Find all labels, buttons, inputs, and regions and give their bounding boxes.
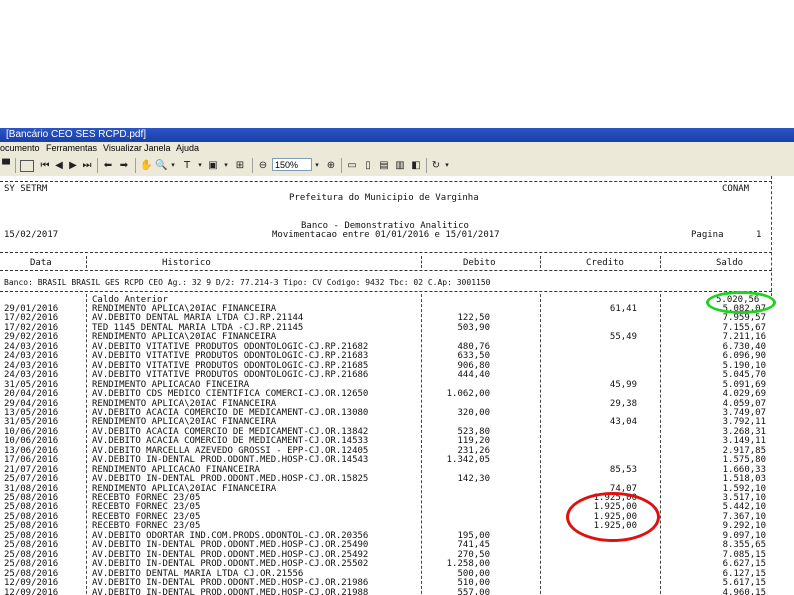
department-label: CONAM — [722, 184, 750, 194]
menu-ajuda[interactable]: Ajuda — [176, 142, 199, 155]
highlight-circle-green — [706, 291, 776, 314]
zoom-out-icon[interactable]: ⊖ — [257, 159, 269, 172]
previous-page-icon[interactable]: ◀ — [54, 159, 64, 172]
column-header-credito: Credito — [586, 258, 624, 268]
column-divider — [660, 294, 661, 595]
menu-visualizar[interactable]: Visualizar — [103, 142, 142, 155]
column-header-debito: Debito — [463, 258, 496, 268]
chevron-down-icon[interactable]: ▾ — [196, 159, 204, 172]
column-divider — [86, 294, 87, 595]
fit-page-icon[interactable]: ▯ — [362, 159, 374, 172]
window-title: [Bancário CEO SES RCPD.pdf] — [6, 129, 147, 140]
print-icon[interactable]: ▀ — [0, 159, 12, 172]
menu-janela[interactable]: Janela — [144, 142, 171, 155]
bank-account-line: Banco: BRASIL BRASIL GES RCPD CEO Ag.: 3… — [4, 278, 491, 287]
back-icon[interactable]: ⬅ — [102, 159, 114, 172]
column-divider — [86, 256, 87, 268]
column-divider — [660, 256, 661, 268]
report-date: 15/02/2017 — [4, 230, 59, 240]
chevron-down-icon[interactable]: ▾ — [443, 159, 451, 172]
column-header-historico: Historico — [162, 258, 211, 268]
system-label: SY SETRM — [4, 184, 48, 194]
toolbar: ▀ ⏮ ◀ ▶ ⏭ ⬅ ➡ ✋ 🔍 ▾ T ▾ ▣ ▾ ⊞ ⊖ 150% ▾ ⊕… — [0, 155, 794, 177]
fit-visible-icon[interactable]: ▥ — [394, 159, 406, 172]
hand-tool-icon[interactable]: ✋ — [140, 159, 152, 172]
first-page-icon[interactable]: ⏮ — [40, 159, 50, 172]
select-text-icon[interactable]: T — [181, 159, 193, 172]
column-header-data: Data — [30, 258, 52, 268]
row-historico: AV.DEBITO IN-DENTAL PROD.ODONT.MED.HOSP-… — [92, 587, 369, 595]
divider — [0, 291, 772, 292]
column-divider — [421, 256, 422, 268]
report-period: Movimentacao entre 01/01/2016 e 15/01/20… — [272, 230, 500, 240]
page-edge — [771, 176, 772, 296]
toolbar-separator — [252, 158, 253, 173]
reflow-icon[interactable]: ◧ — [410, 159, 422, 172]
column-divider — [540, 256, 541, 268]
last-page-icon[interactable]: ⏭ — [82, 159, 92, 172]
toolbar-separator — [97, 158, 98, 173]
menu-documento[interactable]: ocumento — [0, 142, 40, 155]
chevron-down-icon[interactable]: ▾ — [313, 159, 321, 172]
row-debito: 557,00 — [457, 587, 490, 595]
chevron-down-icon[interactable]: ▾ — [222, 159, 230, 172]
divider — [0, 270, 772, 271]
thumbnails-icon[interactable] — [20, 160, 34, 172]
page-label: Pagina — [691, 230, 724, 240]
snapshot-icon[interactable]: ▣ — [207, 159, 219, 172]
window-titlebar[interactable]: [Bancário CEO SES RCPD.pdf] — [0, 128, 794, 142]
zoom-tool-icon[interactable]: 🔍 — [155, 159, 167, 172]
row-saldo: 4.960,15 — [722, 587, 766, 595]
crop-icon[interactable]: ⊞ — [234, 159, 246, 172]
rotate-icon[interactable]: ↻ — [430, 159, 442, 172]
column-divider — [421, 294, 422, 595]
menu-bar: ocumento Ferramentas Visualizar Janela A… — [0, 142, 794, 156]
zoom-level-select[interactable]: 150% — [272, 158, 312, 171]
toolbar-separator — [426, 158, 427, 173]
forward-icon[interactable]: ➡ — [118, 159, 130, 172]
toolbar-separator — [15, 158, 16, 173]
column-divider — [540, 294, 541, 595]
page-number: 1 — [756, 230, 762, 240]
column-header-saldo: Saldo — [716, 258, 744, 268]
highlight-circle-red — [566, 492, 660, 542]
divider — [0, 181, 772, 182]
toolbar-separator — [135, 158, 136, 173]
fit-width-icon[interactable]: ▤ — [378, 159, 390, 172]
table-row: 12/09/2016 AV.DEBITO IN-DENTAL PROD.ODONT… — [0, 588, 794, 595]
divider — [0, 252, 772, 253]
zoom-in-icon[interactable]: ⊕ — [325, 159, 337, 172]
next-page-icon[interactable]: ▶ — [68, 159, 78, 172]
chevron-down-icon[interactable]: ▾ — [169, 159, 177, 172]
report-page[interactable]: SY SETRM CONAM Prefeitura do Municipio d… — [0, 176, 794, 595]
organization-name: Prefeitura do Municipio de Varginha — [289, 193, 479, 203]
menu-ferramentas[interactable]: Ferramentas — [46, 142, 97, 155]
toolbar-separator — [341, 158, 342, 173]
actual-size-icon[interactable]: ▭ — [346, 159, 358, 172]
row-date: 12/09/2016 — [4, 587, 59, 595]
